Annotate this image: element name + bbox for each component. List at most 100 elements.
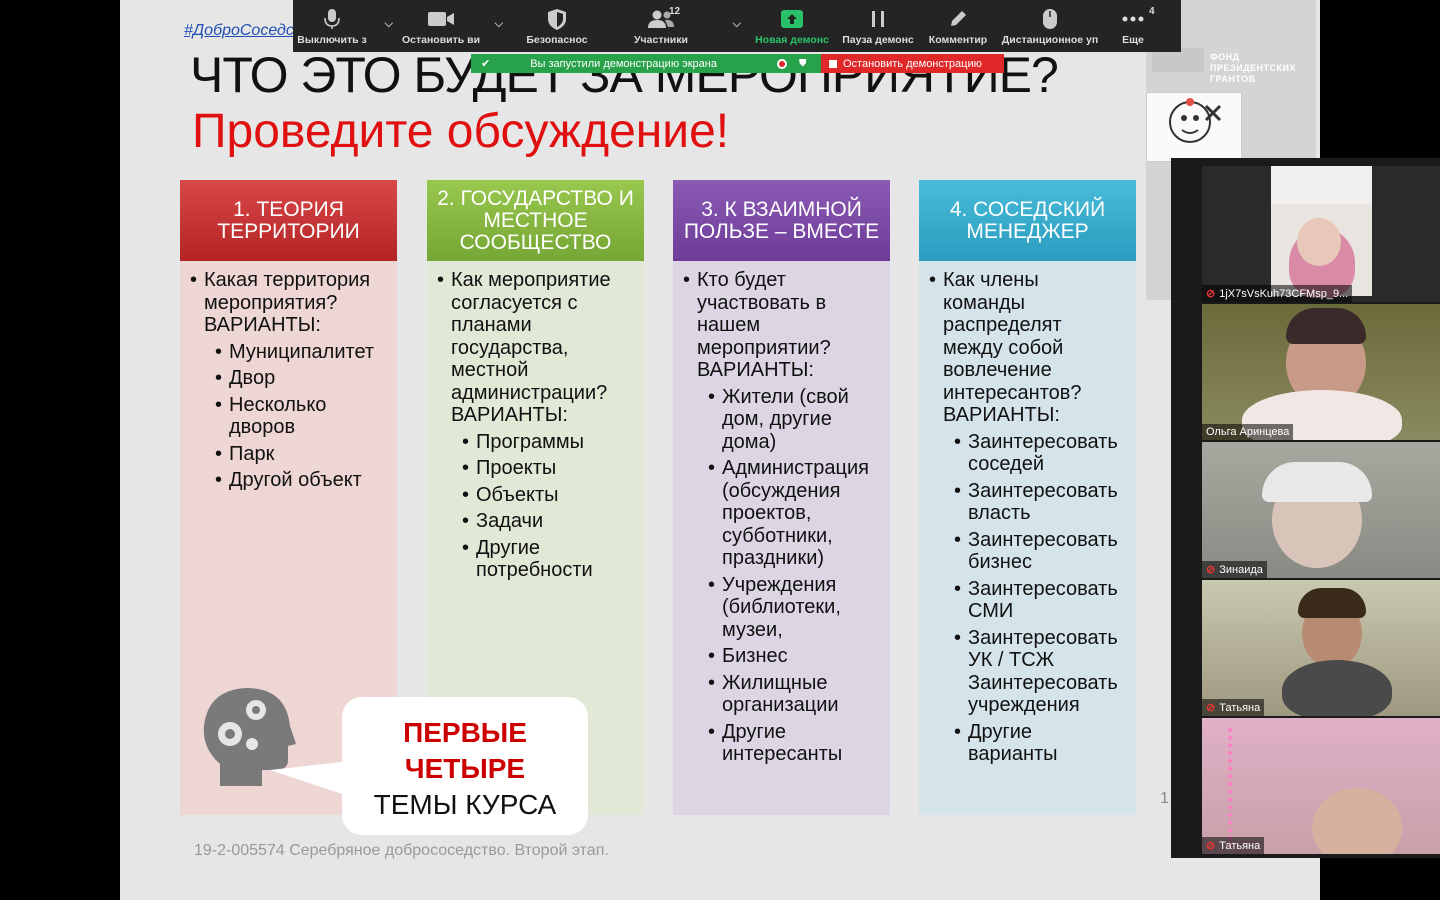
slide-footer: 19-2-005574 Серебряное добрососедство. В… xyxy=(194,842,609,859)
decor-lights xyxy=(1208,728,1232,848)
video-options-button[interactable]: ⌵ xyxy=(481,0,511,52)
participant-video-tile[interactable]: ⊘ Татьяна xyxy=(1202,580,1440,716)
mouse-icon xyxy=(1043,8,1057,30)
participants-label: Участники xyxy=(634,34,688,46)
column-question: Как члены команды распределят между собо… xyxy=(929,269,1126,427)
list-item: Заинтересовать СМИ xyxy=(954,578,1126,623)
participant-figure xyxy=(1282,660,1392,716)
chevron-down-icon: ⌵ xyxy=(384,18,393,30)
video-camera-icon xyxy=(428,8,454,30)
list-item: Жилищные организации xyxy=(708,672,880,717)
column-body: Как члены команды распределят между собо… xyxy=(919,261,1136,815)
list-item: Программы xyxy=(462,431,634,454)
bubble-line-3: ТЕМЫ КУРСА xyxy=(373,789,557,820)
topic-column-mutual-benefit: 3. К ВЗАИМНОЙ ПОЛЬЗЕ – ВМЕСТЕ Кто будет … xyxy=(673,180,890,815)
audio-options-button[interactable]: ⌵ xyxy=(371,0,401,52)
participant-name-tag: ⊘ 1jX7sVsKuh73CFMsp_9... xyxy=(1202,285,1353,302)
pause-share-button[interactable]: Пауза демонс xyxy=(835,0,921,52)
chevron-down-icon: ⌵ xyxy=(732,18,741,30)
stop-video-button[interactable]: Остановить ви xyxy=(401,0,481,52)
list-item: Бизнес xyxy=(708,645,880,668)
column-header: 2. ГОСУДАРСТВО И МЕСТНОЕ СООБЩЕСТВО xyxy=(427,180,644,261)
muted-microphone-icon: ⊘ xyxy=(1206,840,1216,852)
participant-hair xyxy=(1286,308,1366,344)
new-share-button[interactable]: Новая демонс xyxy=(749,0,835,52)
check-icon: ✔ xyxy=(481,58,491,70)
column-header: 3. К ВЗАИМНОЙ ПОЛЬЗЕ – ВМЕСТЕ xyxy=(673,180,890,261)
annotate-button[interactable]: Комментир xyxy=(921,0,995,52)
more-label: Еще xyxy=(1122,34,1144,46)
participants-options-button[interactable]: ⌵ xyxy=(719,0,749,52)
list-item: Проекты xyxy=(462,457,634,480)
stop-icon xyxy=(829,59,837,68)
participant-video-tile[interactable]: ⊘ Зинаида xyxy=(1202,442,1440,578)
list-item: Заинтересовать бизнес xyxy=(954,529,1126,574)
meeting-toolbar: Выключить з ⌵ Остановить ви ⌵ Безопаснос… xyxy=(293,0,1181,52)
participants-button[interactable]: 12 Участники xyxy=(603,0,719,52)
participant-video-tile[interactable]: ⊘ Татьяна xyxy=(1202,718,1440,854)
column-header: 4. СОСЕДСКИЙ МЕНЕДЖЕР xyxy=(919,180,1136,261)
column-question: Как мероприятие согласуется с планами го… xyxy=(437,269,634,427)
participants-video-panel: ⊘ 1jX7sVsKuh73CFMsp_9... Ольга Аринцева … xyxy=(1171,158,1440,858)
list-item: Жители (свой дом, другие дома) xyxy=(708,386,880,454)
stop-share-button[interactable]: Остановить демонстрацию xyxy=(821,54,1004,73)
mute-label: Выключить з xyxy=(297,34,367,46)
microphone-icon xyxy=(324,8,340,30)
participant-name-tag: ⊘ Татьяна xyxy=(1202,837,1265,854)
muted-microphone-icon: ⊘ xyxy=(1206,702,1216,714)
list-item: Муниципалитет xyxy=(215,341,387,364)
list-item: Заинтересовать власть xyxy=(954,480,1126,525)
chevron-down-icon: ⌵ xyxy=(494,18,503,30)
pause-share-label: Пауза демонс xyxy=(842,34,914,46)
sharing-status-text: Вы запустили демонстрацию экрана xyxy=(530,57,717,70)
stop-video-label: Остановить ви xyxy=(401,34,481,46)
more-button[interactable]: 4 Еще xyxy=(1105,0,1161,52)
participant-hair xyxy=(1262,462,1372,502)
record-icon xyxy=(777,58,787,69)
side-number: 1 xyxy=(1160,790,1169,807)
pencil-icon xyxy=(948,8,968,30)
fund-logo-text: ФОНД ПРЕЗИДЕНТСКИХ ГРАНТОВ xyxy=(1210,52,1296,84)
screen: #ДоброСоседс ЧТО ЭТО БУДЕТ ЗА МЕРОПРИЯТИ… xyxy=(0,0,1440,900)
new-share-label: Новая демонс xyxy=(755,34,829,46)
participant-video-tile[interactable]: ⊘ 1jX7sVsKuh73CFMsp_9... xyxy=(1202,166,1440,302)
muted-microphone-icon: ⊘ xyxy=(1206,564,1216,576)
sharing-status-banner[interactable]: ✔ Вы запустили демонстрацию экрана ⛊ xyxy=(471,54,821,73)
pause-icon xyxy=(870,8,886,30)
list-item: Двор xyxy=(215,367,387,390)
list-item: Заинтересовать соседей xyxy=(954,431,1126,476)
mute-button[interactable]: Выключить з xyxy=(293,0,371,52)
list-item: Задачи xyxy=(462,510,634,533)
participant-name: Татьяна xyxy=(1219,701,1261,714)
shield-check-icon: ⛊ xyxy=(799,58,807,69)
security-label: Безопаснос xyxy=(526,34,588,46)
presentation-slide: #ДоброСоседс ЧТО ЭТО БУДЕТ ЗА МЕРОПРИЯТИ… xyxy=(120,0,1320,900)
participant-name-tag: ⊘ Зинаида xyxy=(1202,561,1267,578)
participants-count: 12 xyxy=(669,6,681,17)
participant-name-tag: Ольга Аринцева xyxy=(1202,424,1294,440)
remote-control-button[interactable]: Дистанционное уп xyxy=(995,0,1105,52)
speech-bubble: ПЕРВЫЕ ЧЕТЫРЕ ТЕМЫ КУРСА xyxy=(342,697,588,835)
list-item: Другой объект xyxy=(215,469,387,492)
list-item: Другие интересанты xyxy=(708,721,880,766)
remote-control-label: Дистанционное уп xyxy=(1001,34,1099,46)
more-icon xyxy=(1122,8,1144,30)
share-screen-icon xyxy=(781,8,803,30)
topic-column-manager: 4. СОСЕДСКИЙ МЕНЕДЖЕР Как члены команды … xyxy=(919,180,1136,815)
list-item: Учреждения (библиотеки, музеи, xyxy=(708,574,880,642)
column-question: Кто будет участвовать в нашем мероприяти… xyxy=(683,269,880,382)
column-question: Какая территория мероприятия? ВАРИАНТЫ: xyxy=(190,269,387,337)
more-count: 4 xyxy=(1149,6,1155,17)
list-item: Несколько дворов xyxy=(215,394,387,439)
security-button[interactable]: Безопаснос xyxy=(511,0,603,52)
annotate-label: Комментир xyxy=(928,34,988,46)
list-item: Другие потребности xyxy=(462,537,634,582)
participant-video-tile[interactable]: Ольга Аринцева xyxy=(1202,304,1440,440)
video-frame xyxy=(1271,166,1372,298)
hashtag-link[interactable]: #ДоброСоседс xyxy=(184,22,294,40)
mascot-logo xyxy=(1146,92,1242,162)
bubble-line-1: ПЕРВЫЕ xyxy=(403,717,527,748)
muted-microphone-icon: ⊘ xyxy=(1206,288,1216,300)
participant-name-tag: ⊘ Татьяна xyxy=(1202,699,1265,716)
participant-face xyxy=(1297,218,1341,266)
